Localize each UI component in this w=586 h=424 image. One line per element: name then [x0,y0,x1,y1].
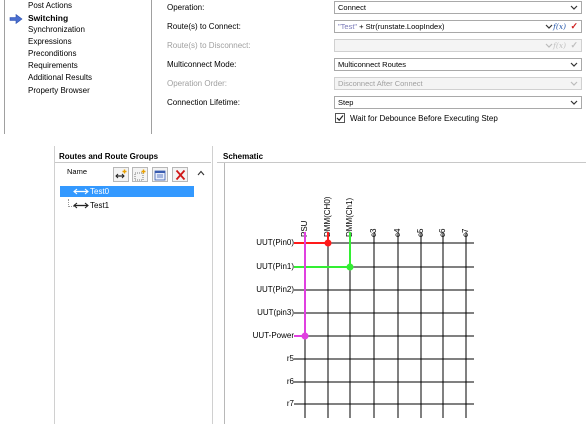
switch-matrix-grid[interactable] [0,0,586,424]
crosspoint-connection[interactable] [346,263,354,271]
crosspoint-connection[interactable] [301,332,309,340]
crosspoint-connection[interactable] [324,239,332,247]
